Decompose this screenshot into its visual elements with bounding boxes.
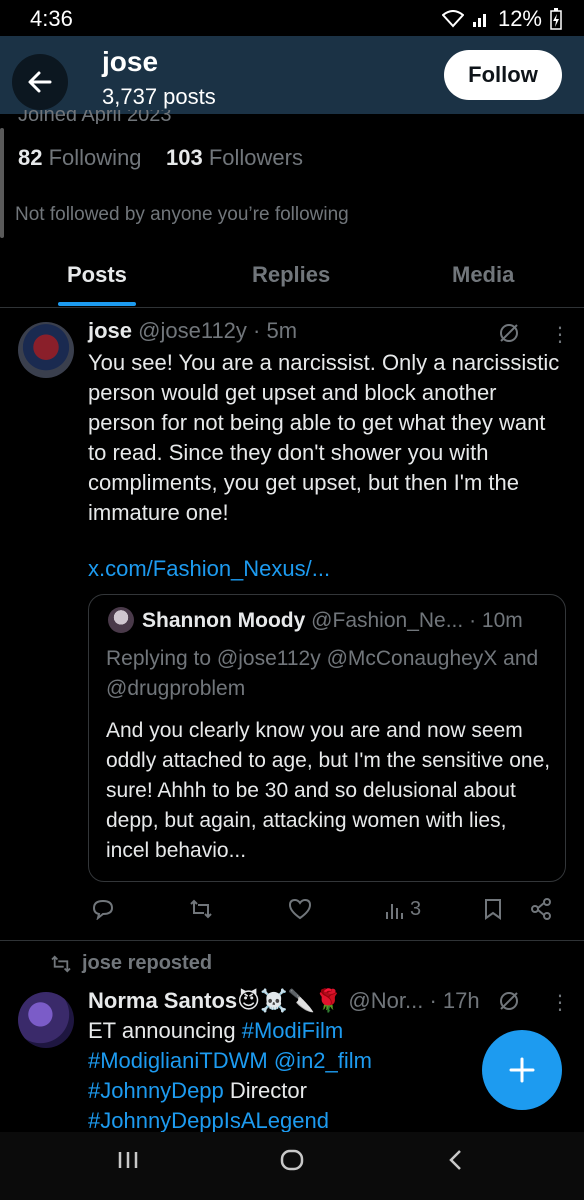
battery-percent: 12% bbox=[497, 6, 542, 31]
post-header: Norma Santos😈☠️🔪🌹 @Nor... · 17h bbox=[88, 988, 480, 1014]
compose-button[interactable] bbox=[482, 1030, 562, 1110]
repost-icon bbox=[190, 899, 212, 919]
more-options-icon[interactable]: ⋮ bbox=[550, 322, 570, 347]
tabs-divider bbox=[0, 307, 584, 308]
recent-apps-icon bbox=[118, 1152, 138, 1168]
bookmark-button[interactable] bbox=[483, 898, 503, 920]
scroll-indicator bbox=[0, 128, 4, 238]
plus-icon bbox=[509, 1057, 535, 1083]
reply-button[interactable] bbox=[92, 898, 114, 920]
avatar[interactable] bbox=[18, 992, 74, 1048]
hashtag-link[interactable]: #JohnnyDeppIsALegend bbox=[88, 1108, 329, 1133]
author-handle[interactable]: @Nor... bbox=[348, 988, 423, 1013]
tab-media[interactable]: Media bbox=[452, 262, 514, 288]
quoted-post-text: And you clearly know you are and now see… bbox=[106, 719, 551, 862]
post-link[interactable]: x.com/Fashion_Nexus/... bbox=[88, 556, 330, 582]
author-name[interactable]: Norma Santos bbox=[88, 988, 237, 1013]
post-time: · 5m bbox=[253, 318, 298, 343]
not-followed-text: Not followed by anyone you’re following bbox=[15, 204, 349, 225]
chevron-left-icon bbox=[449, 1150, 461, 1170]
header-post-count: 3,737 posts bbox=[102, 84, 216, 109]
post-text: ET announcing #ModiFilm #ModiglianiTDWM … bbox=[88, 1018, 372, 1133]
hashtag-link[interactable]: #ModiglianiTDWM bbox=[88, 1048, 268, 1073]
repost-button[interactable] bbox=[189, 898, 213, 920]
follow-button[interactable]: Follow bbox=[444, 50, 562, 100]
signal-icon bbox=[472, 14, 486, 27]
avatar[interactable] bbox=[18, 322, 74, 378]
repost-icon bbox=[51, 955, 71, 972]
views-count: 3 bbox=[410, 898, 422, 920]
header-name: jose bbox=[102, 46, 159, 77]
reply-mention-1[interactable]: @jose112y bbox=[217, 647, 321, 670]
author-handle[interactable]: @jose112y bbox=[138, 318, 247, 343]
back-button[interactable] bbox=[12, 54, 68, 110]
reply-mention-2[interactable]: @McConaugheyX bbox=[327, 647, 498, 670]
hashtag-link[interactable]: #JohnnyDepp bbox=[88, 1078, 224, 1103]
post-time: · 17h bbox=[429, 988, 480, 1013]
post-divider bbox=[0, 940, 584, 941]
more-options-icon[interactable]: ⋮ bbox=[550, 990, 570, 1015]
replying-to-text: Replying to @jose112y @McConaugheyX and … bbox=[106, 647, 539, 700]
profile-header-bar: jose 3,737 posts Follow bbox=[0, 36, 584, 114]
arrow-left-icon bbox=[28, 71, 52, 93]
share-icon bbox=[531, 898, 551, 920]
joined-date: Joined April 2023 bbox=[18, 110, 172, 124]
active-tab-indicator bbox=[58, 302, 136, 306]
quoted-author-name: Shannon Moody bbox=[142, 609, 306, 632]
hashtag-link[interactable]: #ModiFilm bbox=[242, 1018, 343, 1043]
battery-charging-icon bbox=[550, 8, 562, 30]
post-text: You see! You are a narcissist. Only a na… bbox=[88, 350, 560, 525]
reply-mention-3[interactable]: @drugproblem bbox=[106, 677, 245, 700]
views-button[interactable]: 3 bbox=[384, 898, 421, 921]
share-button[interactable] bbox=[530, 898, 552, 920]
tab-posts[interactable]: Posts bbox=[67, 262, 127, 288]
quoted-author-handle: @Fashion_Ne... bbox=[311, 609, 464, 632]
bookmark-icon bbox=[485, 899, 501, 920]
status-icons: 12% bbox=[441, 6, 562, 32]
mention-link[interactable]: @in2_film bbox=[274, 1048, 372, 1073]
grok-icon[interactable] bbox=[498, 990, 520, 1012]
repost-label[interactable]: jose reposted bbox=[82, 952, 212, 975]
heart-icon bbox=[288, 898, 312, 920]
reply-icon bbox=[92, 899, 114, 920]
followers-link[interactable]: 103 Followers bbox=[166, 145, 303, 170]
post-header: jose @jose112y · 5m bbox=[88, 318, 297, 344]
wifi-icon bbox=[441, 10, 464, 28]
status-time: 4:36 bbox=[30, 6, 73, 31]
views-icon bbox=[386, 903, 403, 919]
recent-apps-button[interactable] bbox=[116, 1148, 140, 1177]
grok-icon[interactable] bbox=[498, 322, 520, 344]
like-button[interactable] bbox=[288, 898, 312, 920]
following-link[interactable]: 82 Following bbox=[18, 145, 142, 170]
follow-counts: 82 Following 103 Followers bbox=[18, 145, 303, 171]
quoted-avatar bbox=[108, 607, 134, 633]
tab-replies[interactable]: Replies bbox=[252, 262, 330, 288]
back-nav-button[interactable] bbox=[446, 1148, 466, 1177]
author-name[interactable]: jose bbox=[88, 318, 132, 343]
quoted-post-header: Shannon Moody @Fashion_Ne... · 10m bbox=[142, 609, 523, 633]
home-button[interactable] bbox=[280, 1148, 304, 1177]
author-emojis: 😈☠️🔪🌹 bbox=[237, 988, 343, 1013]
repost-indicator: jose reposted bbox=[50, 952, 212, 975]
home-icon bbox=[280, 1149, 304, 1171]
quoted-post-time: · 10m bbox=[469, 609, 523, 632]
